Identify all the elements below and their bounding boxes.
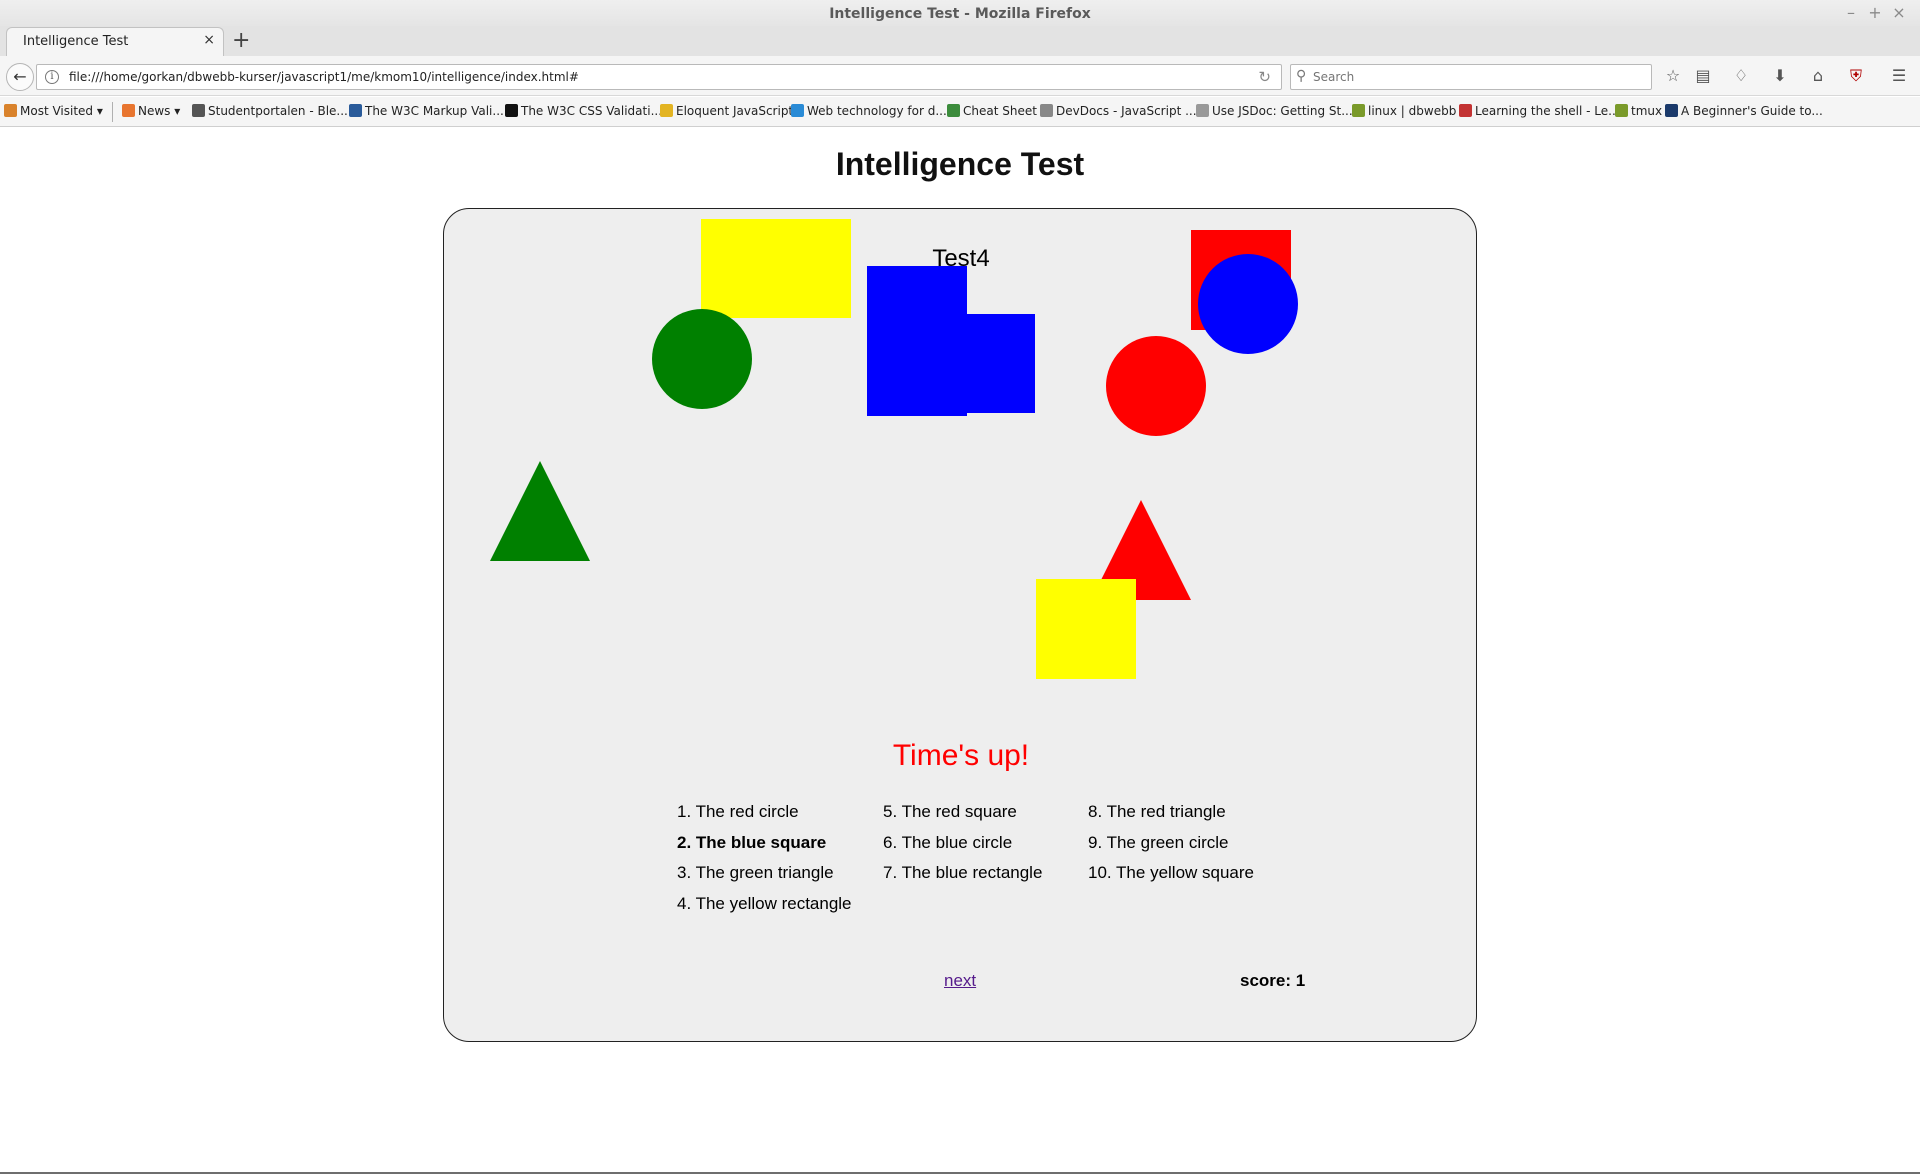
devdocs-icon: [1040, 104, 1053, 117]
bookmark-label: Eloquent JavaScript: [676, 104, 794, 118]
bookmark-cheat-sheet[interactable]: Cheat Sheet: [947, 104, 1037, 118]
page-title: Intelligence Test: [835, 146, 1085, 182]
star-icon[interactable]: ☆: [1662, 66, 1684, 85]
info-icon[interactable]: i: [45, 70, 59, 84]
download-icon[interactable]: ⬇: [1769, 66, 1791, 85]
dbwebb-icon: [1352, 104, 1365, 117]
bookmark-label: The W3C Markup Vali...: [365, 104, 504, 118]
choices-column-3: 8. The red triangle 9. The green circle …: [1088, 797, 1254, 889]
choice-item[interactable]: 2. The blue square: [677, 828, 852, 859]
choice-item[interactable]: 10. The yellow square: [1088, 858, 1254, 889]
minimize-icon[interactable]: –: [1840, 3, 1862, 22]
bookmark-label: Most Visited ▾: [20, 104, 103, 118]
home-icon[interactable]: ⌂: [1807, 66, 1829, 85]
window-title: Intelligence Test - Mozilla Firefox: [829, 6, 1091, 22]
choice-item[interactable]: 3. The green triangle: [677, 858, 852, 889]
green-triangle-shape[interactable]: [490, 461, 590, 561]
red-circle-shape[interactable]: [1106, 336, 1206, 436]
tab-close-icon[interactable]: ×: [203, 32, 215, 48]
search-input[interactable]: [1313, 68, 1643, 86]
bookmark-label: The W3C CSS Validati...: [521, 104, 663, 118]
choice-item[interactable]: 9. The green circle: [1088, 828, 1254, 859]
globe-icon: [1196, 104, 1209, 117]
htg-icon: [1665, 104, 1678, 117]
bookmark-web-technology[interactable]: Web technology for d...: [791, 104, 947, 118]
choice-item[interactable]: 1. The red circle: [677, 797, 852, 828]
bookmark-w3c-css[interactable]: The W3C CSS Validati...: [505, 104, 662, 118]
bookmark-beginners-guide[interactable]: A Beginner's Guide to...: [1665, 104, 1823, 118]
bookmark-label: tmux: [1631, 104, 1663, 118]
bookmark-label: News ▾: [138, 104, 181, 118]
choice-item[interactable]: 7. The blue rectangle: [883, 858, 1042, 889]
score-display: score: 1: [1240, 971, 1305, 991]
bookmark-label: Studentportalen - Ble...: [208, 104, 348, 118]
w3c-icon: [349, 104, 362, 117]
blue-circle-shape[interactable]: [1198, 254, 1298, 354]
tab-strip: Intelligence Test × +: [0, 26, 1920, 56]
blue-square-shape[interactable]: [867, 266, 967, 416]
status-message: Time's up!: [892, 739, 1030, 772]
back-arrow-icon[interactable]: ←: [6, 63, 34, 91]
bookmark-jsdoc[interactable]: Use JSDoc: Getting St...: [1196, 104, 1353, 118]
choice-item[interactable]: 4. The yellow rectangle: [677, 889, 852, 920]
w3c-css-icon: [505, 104, 518, 117]
bookmark-label: linux | dbwebb: [1368, 104, 1457, 118]
choices-column-2: 5. The red square 6. The blue circle 7. …: [883, 797, 1042, 889]
new-tab-icon[interactable]: +: [232, 28, 250, 53]
yellow-square-shape[interactable]: [1036, 579, 1136, 679]
ejs-icon: [660, 104, 673, 117]
maximize-icon[interactable]: +: [1864, 3, 1886, 22]
cheat-sheet-icon: [947, 104, 960, 117]
answer-choices: 1. The red circle 2. The blue square 3. …: [677, 797, 1277, 927]
url-text[interactable]: file:///home/gorkan/dbwebb-kurser/javasc…: [69, 70, 579, 84]
yellow-rectangle-shape[interactable]: [701, 219, 851, 318]
url-bar[interactable]: i file:///home/gorkan/dbwebb-kurser/java…: [36, 64, 1282, 90]
bookmark-studentportalen[interactable]: Studentportalen - Ble...: [192, 104, 348, 118]
bookmark-eloquent-js[interactable]: Eloquent JavaScript: [660, 104, 793, 118]
shell-icon: [1459, 104, 1472, 117]
hamburger-icon[interactable]: ☰: [1888, 66, 1910, 85]
dbwebb-icon: [1615, 104, 1628, 117]
mdn-icon: [791, 104, 804, 117]
bookmarks-toolbar: Most Visited ▾ News ▾ Studentportalen - …: [0, 97, 1920, 127]
tab-label: Intelligence Test: [23, 34, 129, 49]
bookmark-label: DevDocs - JavaScript ...: [1056, 104, 1197, 118]
score-label: score:: [1240, 971, 1292, 990]
bookmark-label: A Beginner's Guide to...: [1681, 104, 1823, 118]
bookmark-linux-dbwebb[interactable]: linux | dbwebb: [1352, 104, 1456, 118]
next-link[interactable]: next: [944, 971, 976, 991]
bookmark-news[interactable]: News ▾: [122, 104, 180, 118]
bookmark-devdocs[interactable]: DevDocs - JavaScript ...: [1040, 104, 1197, 118]
bookmark-tmux[interactable]: tmux: [1615, 104, 1662, 118]
choice-item[interactable]: 8. The red triangle: [1088, 797, 1254, 828]
rss-icon: [122, 104, 135, 117]
folder-icon: [4, 104, 17, 117]
bookmark-learning-shell[interactable]: Learning the shell - Le...: [1459, 104, 1620, 118]
search-icon: ⚲: [1296, 68, 1307, 84]
bookmark-w3c-markup[interactable]: The W3C Markup Vali...: [349, 104, 504, 118]
tab-intelligence-test[interactable]: Intelligence Test ×: [6, 27, 224, 56]
shield-icon[interactable]: ⛨: [1845, 66, 1867, 86]
score-value: 1: [1295, 971, 1306, 990]
bookmark-label: Cheat Sheet: [963, 104, 1037, 118]
bookmark-most-visited[interactable]: Most Visited ▾: [4, 104, 103, 118]
test-board: Test4 Time's up! 1. The red circle 2. Th…: [443, 208, 1477, 1042]
green-circle-shape[interactable]: [652, 309, 752, 409]
bookmark-label: Learning the shell - Le...: [1475, 104, 1620, 118]
bookmark-label: Web technology for d...: [807, 104, 947, 118]
reload-icon[interactable]: ↻: [1258, 68, 1271, 86]
bookmark-label: Use JSDoc: Getting St...: [1212, 104, 1353, 118]
close-window-icon[interactable]: ×: [1888, 3, 1910, 22]
choice-item[interactable]: 6. The blue circle: [883, 828, 1042, 859]
pocket-icon[interactable]: ♢: [1730, 66, 1752, 85]
choice-item[interactable]: 5. The red square: [883, 797, 1042, 828]
bth-icon: [192, 104, 205, 117]
bookmark-separator: [112, 102, 113, 122]
navigation-toolbar: ← i file:///home/gorkan/dbwebb-kurser/ja…: [0, 56, 1920, 96]
choices-column-1: 1. The red circle 2. The blue square 3. …: [677, 797, 852, 919]
clipboard-icon[interactable]: ▤: [1692, 66, 1714, 85]
search-bar[interactable]: ⚲: [1290, 64, 1652, 90]
